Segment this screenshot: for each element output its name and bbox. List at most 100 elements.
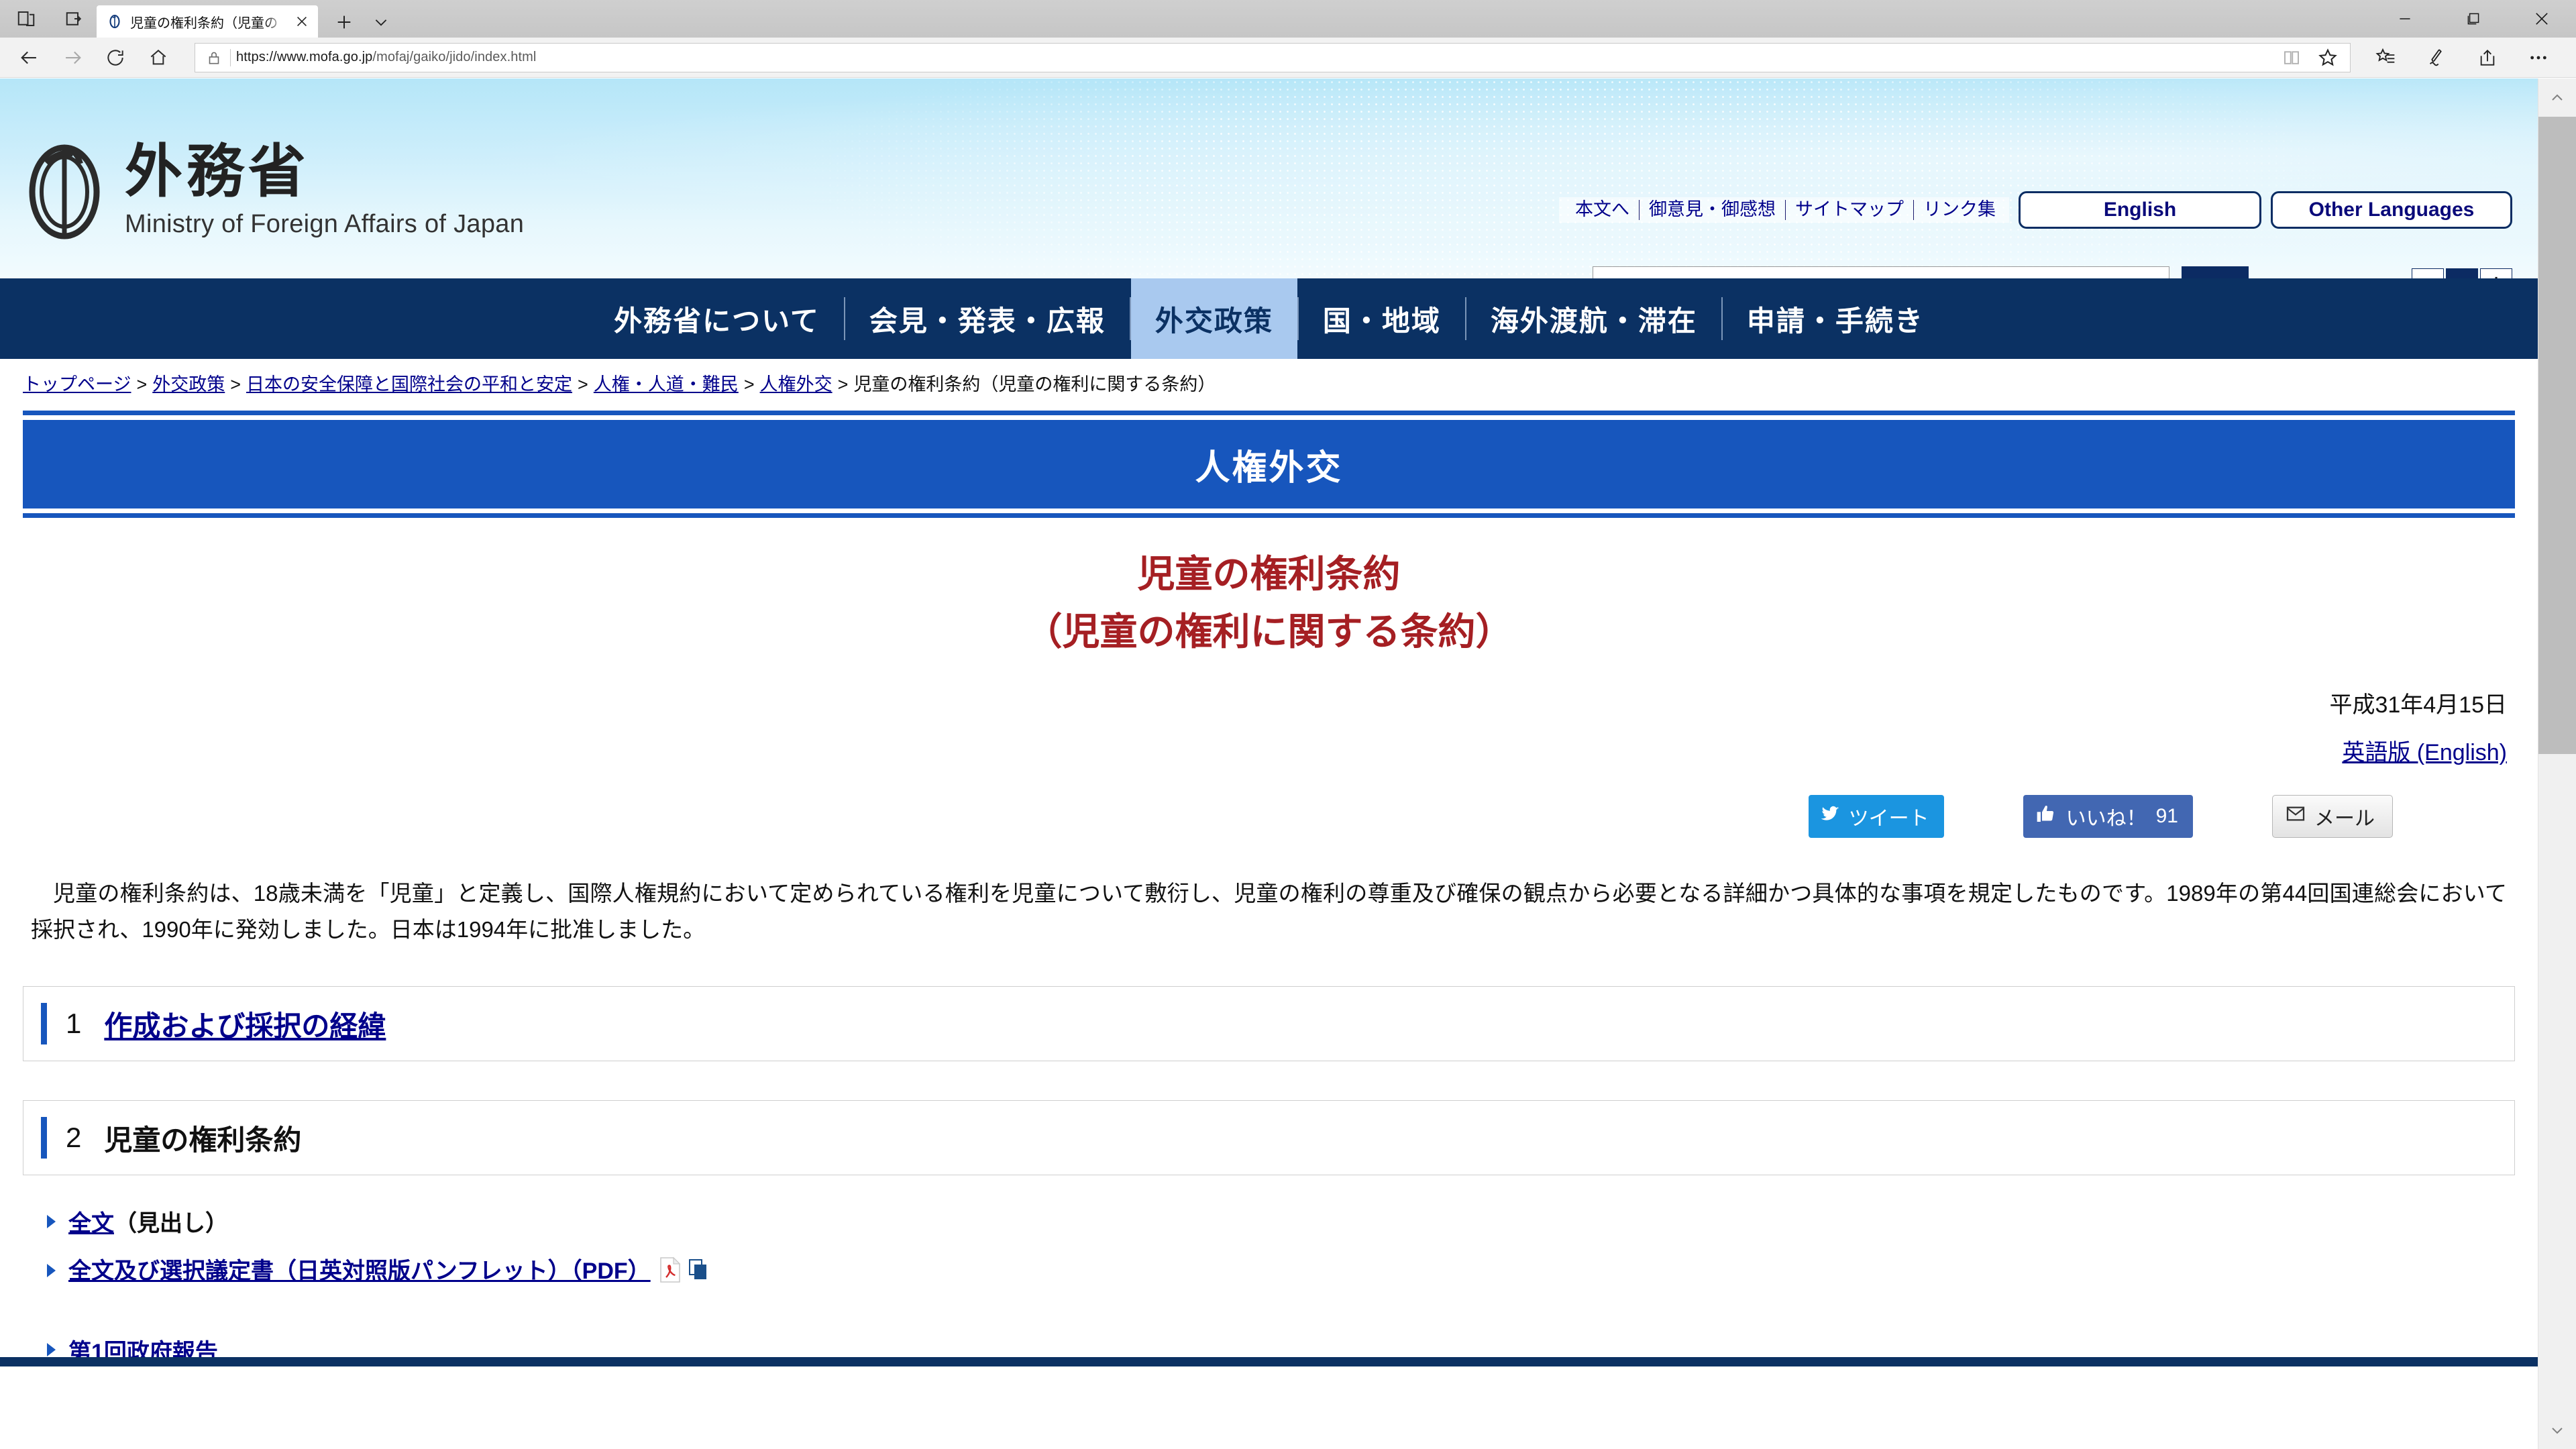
scrollbar-thumb[interactable] [2538,117,2576,754]
site-logo[interactable]: 外務省 Ministry of Foreign Affairs of Japan [24,139,524,242]
chevron-down-icon[interactable] [368,7,394,38]
font-size-large-button[interactable]: 大 [2480,268,2512,278]
page-viewport: 外務省 Ministry of Foreign Affairs of Japan… [0,78,2576,1449]
like-button[interactable]: いいね！ 91 [2023,795,2193,839]
font-size-small-button[interactable]: 小 [2412,268,2444,278]
page-scrollbar[interactable] [2538,78,2576,1449]
browser-tab[interactable]: 児童の権利条約（児童の [97,5,318,38]
nav-item-press[interactable]: 会見・発表・広報 [845,278,1130,359]
scrollbar-track[interactable] [2538,117,2576,1411]
page-section-banner-text: 人権外交 [1195,448,1343,488]
util-link-sitemap[interactable]: サイトマップ [1786,199,1914,220]
other-languages-button[interactable]: Other Languages [2271,191,2512,229]
link-icons [659,1256,708,1289]
nav-item-procedures[interactable]: 申請・手続き [1723,278,1948,359]
close-icon[interactable] [2508,0,2576,38]
english-version-link-wrap: 英語版 (English) [0,734,2538,767]
page-title-line1: 児童の権利条約 [1137,553,1401,595]
nav-item-countries[interactable]: 国・地域 [1299,278,1465,359]
section-title-2: 児童の権利条約 [104,1124,302,1156]
link-full-text[interactable]: 全文 [68,1211,114,1236]
chevron-down-icon[interactable] [2538,1411,2576,1449]
english-version-link[interactable]: 英語版 (English) [2342,740,2507,765]
address-bar-actions [2273,44,2346,72]
section-number-2: 2 [66,1122,82,1154]
book-icon[interactable] [2273,44,2310,72]
google-logo: Google [1603,276,1658,279]
font-size-buttons: 小 中 大 [2412,268,2512,278]
new-tab-button[interactable] [329,7,360,38]
share-icon[interactable] [2462,39,2513,76]
breadcrumb-separator: > [230,374,241,394]
hub-favorites-icon[interactable] [2360,39,2411,76]
util-link-honbun[interactable]: 本文へ [1566,199,1640,220]
utility-links: 本文へ 御意見・御感想 サイトマップ リンク集 [1559,197,2009,223]
breadcrumb-separator: > [837,374,849,394]
link-text-wrap: 全文（見出し） [68,1205,228,1238]
mail-label: メール [2314,808,2375,830]
util-link-feedback[interactable]: 御意見・御感想 [1640,199,1786,220]
breadcrumb: トップページ > 外交政策 > 日本の安全保障と国際社会の平和と安定 > 人権・人道・難民 >… [0,359,2538,402]
tab-title: 児童の権利条約（児童の [130,15,278,31]
envelope-icon [2285,803,2306,830]
back-arrow-icon[interactable] [8,39,51,76]
pdf-file-icon [659,1256,682,1289]
search-input[interactable]: Google カスタム検索 [1592,266,2169,279]
search-button[interactable]: 検索 [2181,266,2249,278]
twitter-bird-icon [1819,803,1841,830]
window-controls [2371,0,2576,38]
nav-separator [1297,297,1299,340]
url-host: https://www.mofa.go.jp [236,50,373,64]
breadcrumb-item-foreign-policy[interactable]: 外交政策 [152,374,225,394]
breadcrumb-item-human-rights[interactable]: 人権・人道・難民 [594,374,739,394]
make-a-note-icon[interactable] [2411,39,2462,76]
document-link-list: 全文（見出し） 全文及び選択議定書（日英対照版パンフレット）（PDF） 第1回政… [44,1205,2538,1366]
site-name-en: Ministry of Foreign Affairs of Japan [125,209,525,238]
list-item[interactable]: 全文及び選択議定書（日英対照版パンフレット）（PDF） [44,1252,2538,1289]
refresh-icon[interactable] [94,39,137,76]
mail-button[interactable]: メール [2272,795,2393,839]
body-paragraph: 児童の権利条約は、18歳未満を「児童」と定義し、国際人権規約において定められてい… [31,881,2507,942]
breadcrumb-item-security[interactable]: 日本の安全保障と国際社会の平和と安定 [246,374,572,394]
new-window-icon [688,1258,708,1287]
nav-item-foreign-policy[interactable]: 外交政策 [1130,278,1297,359]
list-item[interactable]: 全文（見出し） [44,1205,2538,1238]
address-bar[interactable]: https://www.mofa.go.jp/mofaj/gaiko/jido/… [195,42,2351,72]
breadcrumb-item-human-rights-diplomacy[interactable]: 人権外交 [760,374,833,394]
breadcrumb-item-top[interactable]: トップページ [23,374,131,394]
url-path: /mofaj/gaiko/jido/index.html [372,50,537,64]
font-size-medium-button[interactable]: 中 [2446,268,2478,278]
link-pamphlet-pdf[interactable]: 全文及び選択議定書（日英対照版パンフレット）（PDF） [68,1258,651,1284]
mofa-emblem-icon [24,139,105,242]
like-count: 91 [2155,805,2178,828]
section-title-1-link[interactable]: 作成および採択の経緯 [104,1010,386,1042]
util-link-links[interactable]: リンク集 [1914,199,2002,220]
nav-item-travel[interactable]: 海外渡航・滞在 [1466,278,1721,359]
home-icon[interactable] [137,39,180,76]
link-suffix: （見出し） [114,1211,228,1237]
site-name-ja: 外務省 [125,139,310,204]
social-buttons: ツイート いいね！ 91 メール [0,795,2538,839]
tweet-button[interactable]: ツイート [1808,795,1944,839]
set-aside-tabs-icon[interactable] [63,7,86,30]
star-icon[interactable] [2310,44,2346,72]
forward-arrow-icon[interactable] [51,39,94,76]
link-text-wrap: 全文及び選択議定書（日英対照版パンフレット）（PDF） [68,1252,708,1289]
tab-preview-icon[interactable] [15,7,38,30]
titlebar-left-icons [0,0,86,38]
page-title-line2: （児童の権利に関する条約） [1024,610,1513,653]
section-title-1: 作成および採択の経緯 [104,1004,386,1044]
maximize-icon[interactable] [2439,0,2508,38]
english-button[interactable]: English [2019,191,2261,229]
chevron-up-icon[interactable] [2538,78,2576,117]
nav-item-about[interactable]: 外務省について [590,278,844,359]
toolbar-right-actions [2360,39,2568,76]
triangle-bullet-icon [44,1262,59,1279]
nav-separator [1129,297,1131,340]
triangle-bullet-icon [44,1213,59,1230]
mofa-logo-icon [106,13,123,30]
minimize-icon[interactable] [2371,0,2439,38]
more-options-icon[interactable] [2513,39,2564,76]
tab-close-icon[interactable] [292,12,311,31]
search-row: Google カスタム検索 検索 文字サイズ変更 小 中 大 [1592,266,2512,279]
